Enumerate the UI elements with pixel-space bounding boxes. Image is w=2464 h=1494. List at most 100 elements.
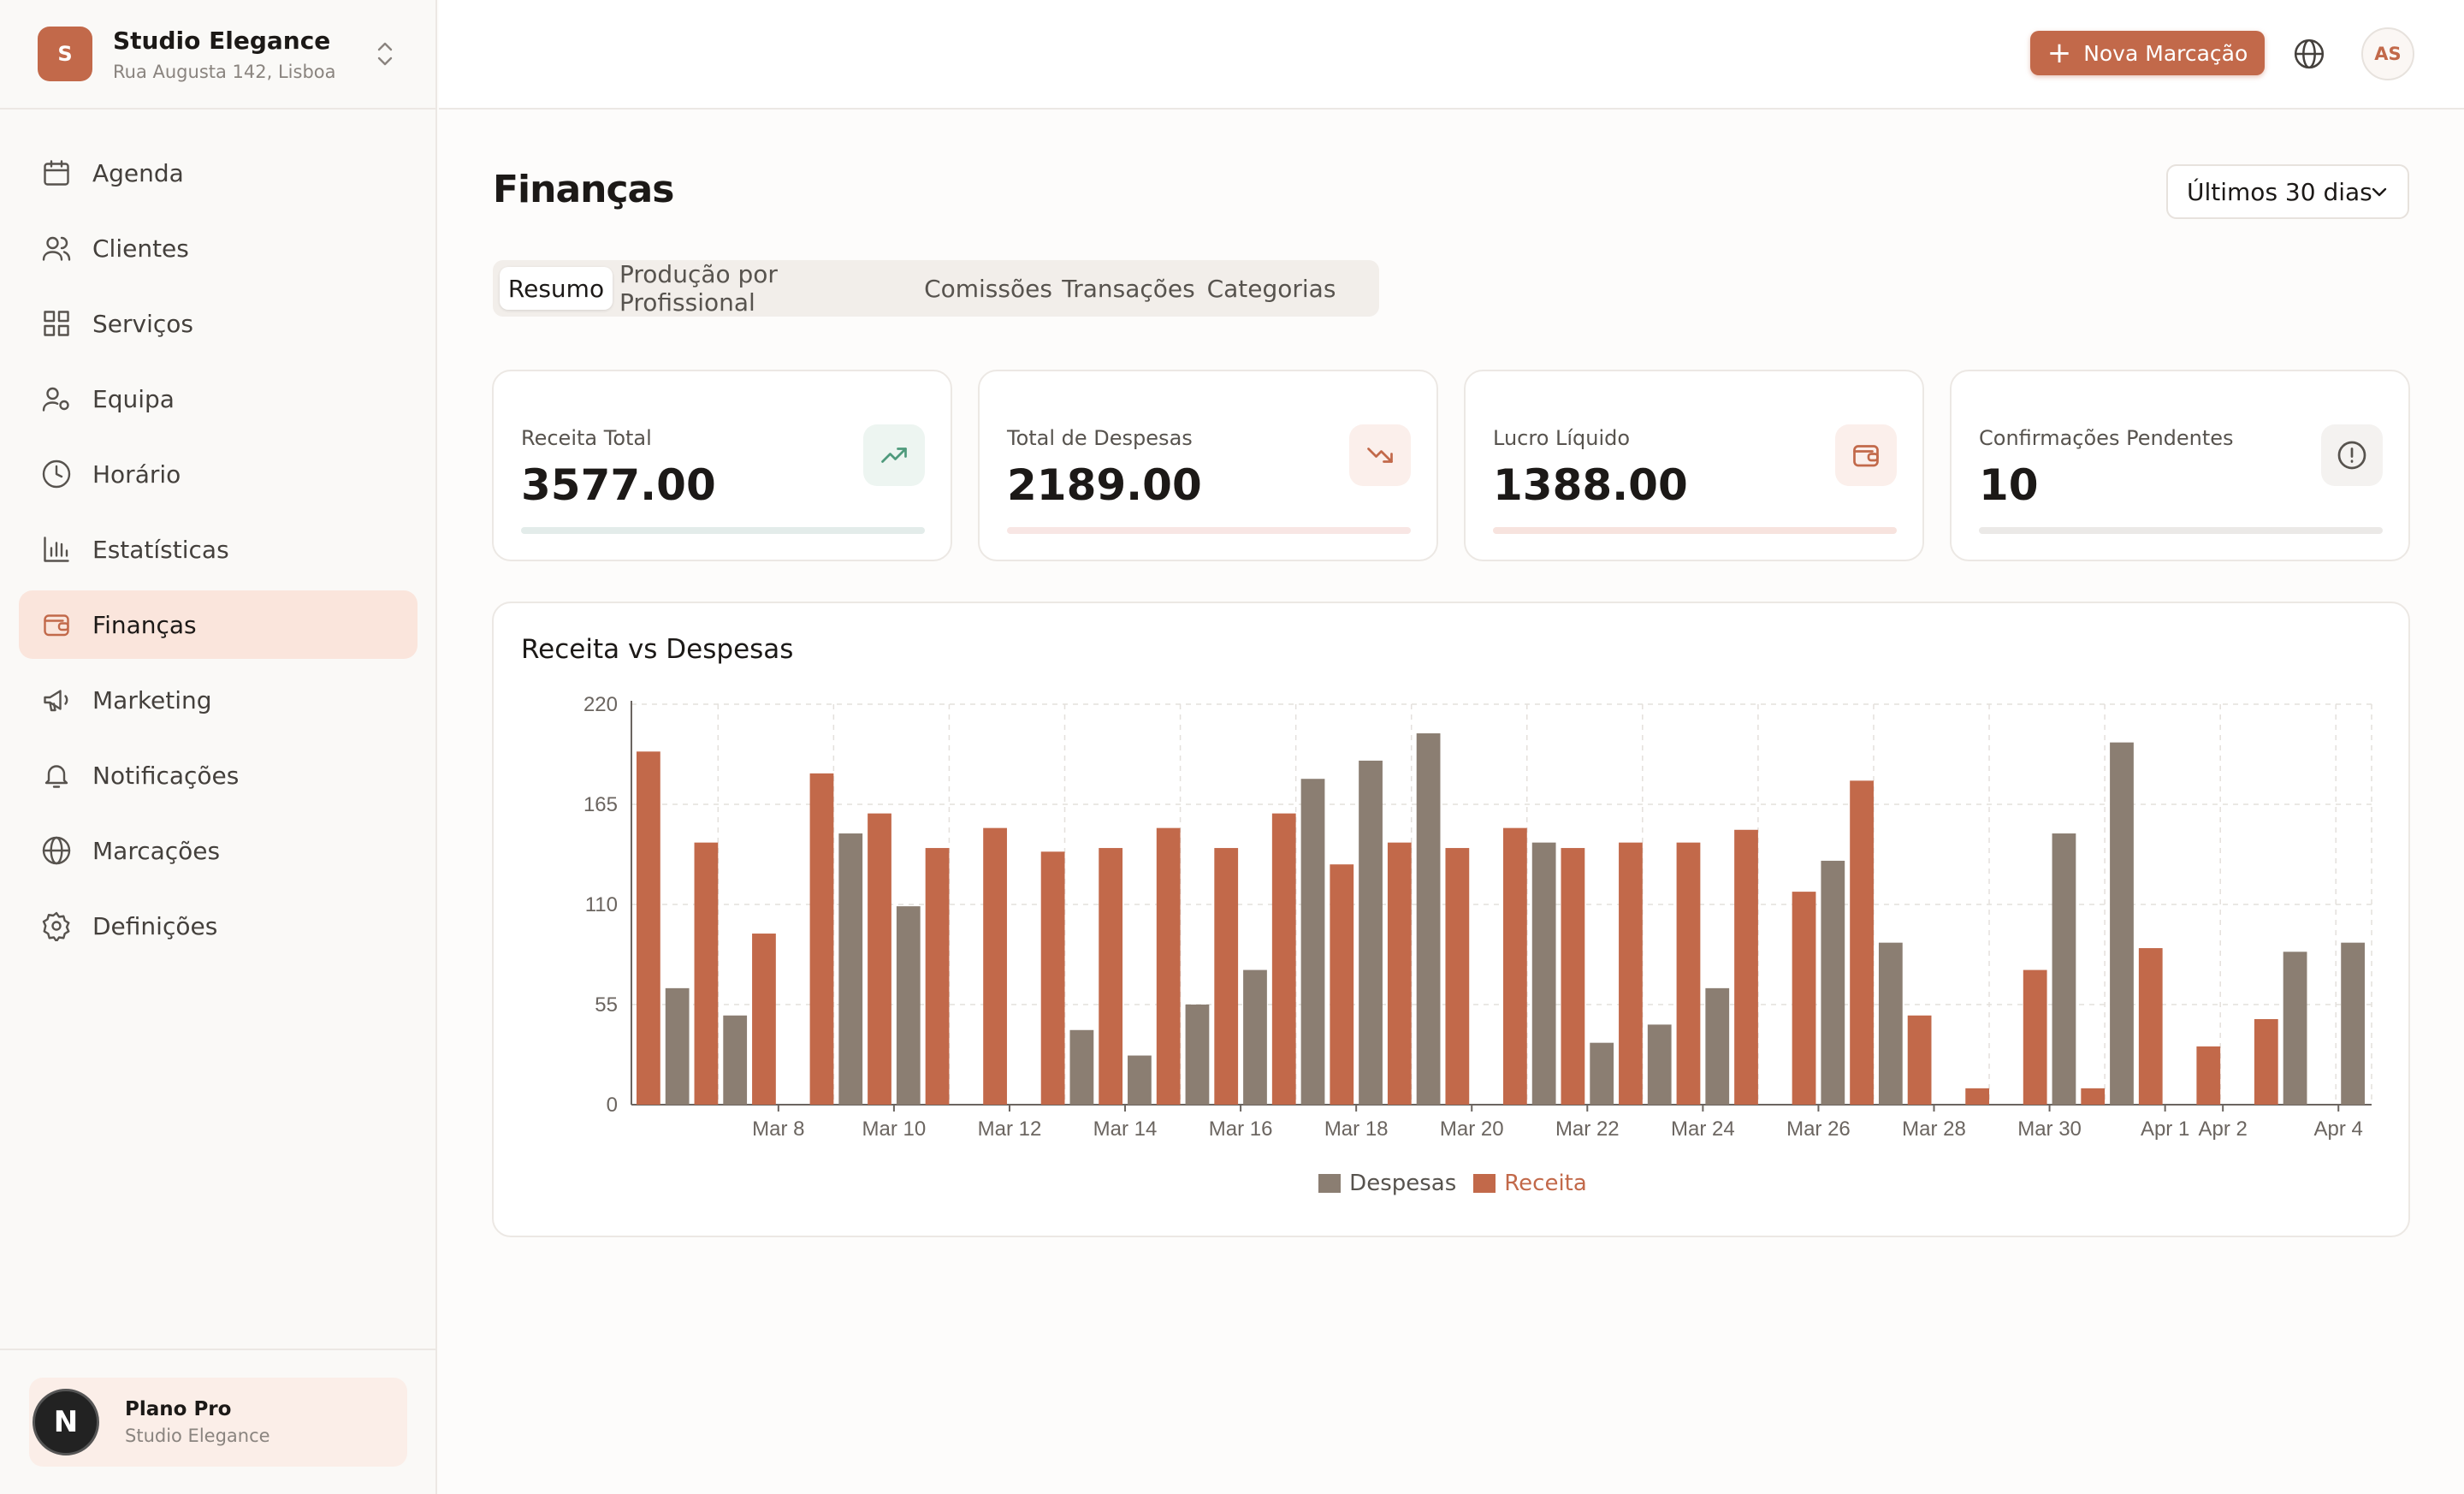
sidebar-item-marcacoes[interactable]: Marcações [19, 816, 418, 885]
bar-chart-icon [44, 537, 69, 562]
user-cog-icon [42, 387, 69, 412]
bar-despesas [2110, 742, 2134, 1105]
plan-card[interactable]: N Plano Pro Studio Elegance [29, 1378, 407, 1467]
bar-despesas [1128, 1055, 1152, 1105]
kpi-icon-badge [1349, 424, 1411, 486]
bar-receita [1214, 848, 1239, 1105]
bar-despesas [2052, 833, 2076, 1105]
sidebar-item-label: Definições [92, 911, 218, 940]
bar-despesas [1705, 987, 1730, 1105]
bar-despesas [1300, 779, 1325, 1105]
bar-receita [1850, 780, 1874, 1105]
x-tick-label: Mar 22 [1555, 1118, 1620, 1141]
workspace-switcher[interactable]: S Studio Elegance Rua Augusta 142, Lisbo… [0, 0, 435, 110]
bar-receita [1445, 848, 1470, 1105]
bar-receita [2196, 1046, 2221, 1105]
bar-receita [1156, 827, 1181, 1105]
new-booking-button[interactable]: + Nova Marcação [2030, 31, 2265, 75]
plan-subtitle: Studio Elegance [125, 1426, 270, 1446]
sidebar-item-clientes[interactable]: Clientes [19, 214, 418, 282]
tab-comissoes[interactable]: Comissões [924, 267, 1052, 310]
date-range-select[interactable]: Últimos 30 dias [2166, 164, 2409, 219]
legend-label-receita: Receita [1504, 1171, 1587, 1196]
sidebar-item-label: Equipa [92, 384, 175, 413]
sidebar-divider [0, 1349, 437, 1350]
kpi-label: Receita Total [521, 426, 652, 450]
bar-despesas [838, 833, 863, 1105]
bar-despesas [1878, 942, 1903, 1105]
kpi-progress-track [1007, 527, 1411, 534]
sidebar-item-label: Horário [92, 459, 181, 489]
kpi-card: Total de Despesas 2189.00 [978, 370, 1438, 561]
legend-item-despesas[interactable]: Despesas [1318, 1171, 1456, 1196]
x-tick-label: Mar 12 [978, 1118, 1042, 1141]
sidebar-item-label: Serviços [92, 309, 193, 338]
language-globe-icon[interactable] [2293, 38, 2325, 70]
user-avatar[interactable]: AS [2361, 27, 2414, 80]
new-booking-label: Nova Marcação [2083, 40, 2248, 66]
x-tick-label: Mar 28 [1902, 1118, 1966, 1141]
x-tick-label: Apr 4 [2314, 1118, 2363, 1141]
kpi-label: Total de Despesas [1007, 426, 1193, 450]
x-tick-label: Mar 16 [1209, 1118, 1273, 1141]
sidebar-item-label: Agenda [92, 158, 184, 187]
trending-up-icon [881, 448, 907, 463]
sidebar-item-label: Estatísticas [92, 535, 229, 564]
clock-icon [42, 459, 71, 489]
calendar-icon [44, 160, 69, 186]
bar-despesas [1416, 733, 1441, 1105]
bar-receita [983, 827, 1007, 1105]
sidebar-item-label: Clientes [92, 234, 189, 263]
x-tick-label: Mar 30 [2017, 1118, 2082, 1141]
sidebar-item-servicos[interactable]: Serviços [19, 289, 418, 358]
x-tick-label: Apr 1 [2141, 1118, 2189, 1141]
plan-title: Plano Pro [125, 1398, 232, 1420]
sidebar-item-agenda[interactable]: Agenda [19, 139, 418, 207]
kpi-value: 1388.00 [1493, 460, 1688, 510]
kpi-progress-track [521, 527, 925, 534]
sidebar-item-notificacoes[interactable]: Notificações [19, 741, 418, 809]
sidebar-item-marketing[interactable]: Marketing [19, 666, 418, 734]
bar-receita [637, 751, 660, 1105]
kpi-card: Confirmações Pendentes 10 [1950, 370, 2410, 561]
tab-categorias[interactable]: Categorias [1205, 267, 1338, 310]
tab-producao[interactable]: Produção por Profissional [619, 260, 917, 317]
sidebar-item-equipa[interactable]: Equipa [19, 365, 418, 433]
brand-logo: S [38, 27, 92, 81]
bar-despesas [1069, 1029, 1094, 1105]
revenue-expenses-chart-card: Receita vs Despesas 0 55 110 165 220 Mar 8 Mar… [492, 602, 2410, 1237]
kpi-card: Receita Total 3577.00 [492, 370, 952, 561]
bar-despesas [2341, 942, 2365, 1105]
x-tick-label: Mar 26 [1786, 1118, 1851, 1141]
users-icon [42, 236, 71, 261]
bar-receita [1040, 851, 1065, 1105]
sidebar-item-label: Notificações [92, 761, 240, 790]
bar-receita [1965, 1088, 1990, 1105]
x-tick-label: Mar 20 [1440, 1118, 1504, 1141]
bar-receita [868, 813, 891, 1105]
revenue-expenses-chart: 0 55 110 165 220 Mar 8 Mar 10 Mar 12 Mar 14 Mar 1… [583, 693, 2372, 1141]
legend-item-receita[interactable]: Receita [1473, 1171, 1587, 1196]
bar-despesas [1185, 1005, 1210, 1105]
sidebar-item-estatisticas[interactable]: Estatísticas [19, 515, 418, 584]
sidebar-item-label: Marketing [92, 685, 212, 714]
tab-resumo[interactable]: Resumo [500, 267, 613, 310]
bar-receita [2023, 969, 2047, 1105]
sidebar-item-horario[interactable]: Horário [19, 440, 418, 508]
kpi-progress-track [1493, 527, 1897, 534]
sidebar-item-definicoes[interactable]: Definições [19, 892, 418, 960]
tab-transacoes[interactable]: Transações [1059, 267, 1198, 310]
trending-down-icon [1367, 448, 1393, 463]
sidebar-item-financas[interactable]: Finanças [19, 590, 418, 659]
kpi-icon-badge [1835, 424, 1897, 486]
bar-despesas [1243, 969, 1267, 1105]
bar-despesas [1821, 860, 1845, 1105]
bar-receita [1792, 892, 1816, 1105]
bar-receita [2254, 1019, 2278, 1105]
wallet-icon [1853, 445, 1879, 467]
wallet-icon [44, 614, 69, 637]
bar-receita [1330, 864, 1354, 1105]
x-tick-label: Mar 8 [752, 1118, 804, 1141]
sidebar: S Studio Elegance Rua Augusta 142, Lisbo… [0, 0, 437, 1494]
chevrons-up-down-icon[interactable] [374, 39, 396, 68]
